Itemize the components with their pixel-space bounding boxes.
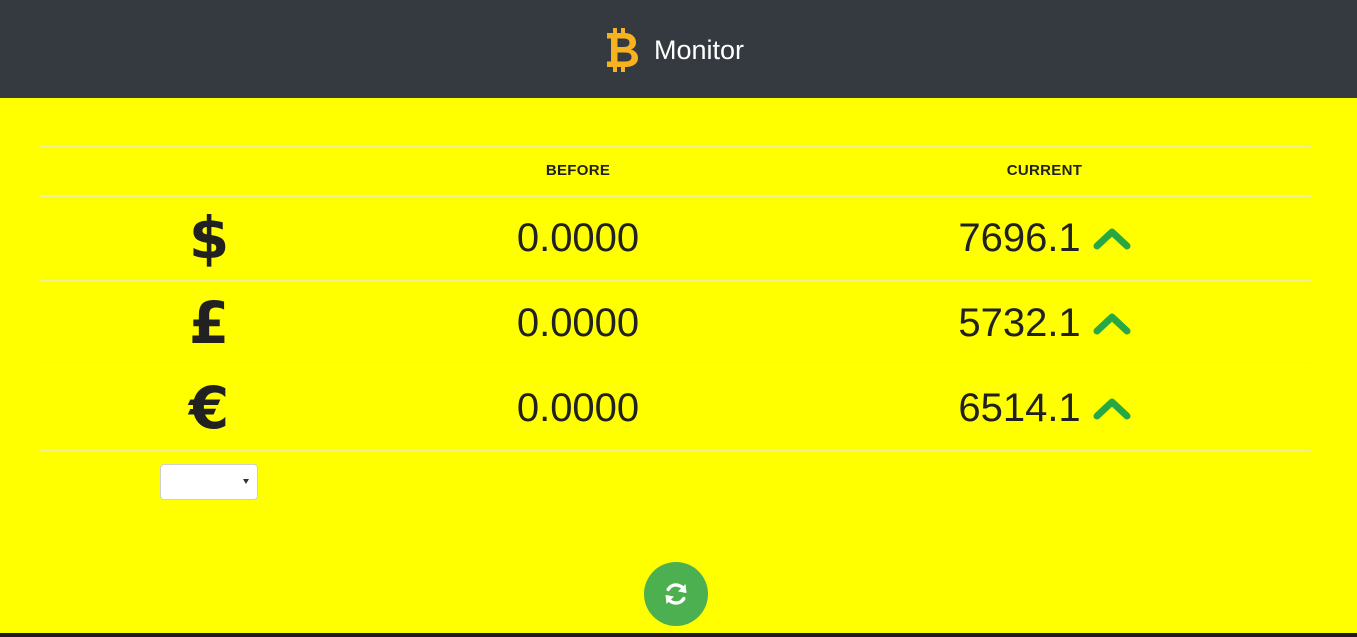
brand-title: Monitor — [654, 34, 745, 65]
before-value: 0.0000 — [516, 300, 640, 345]
top-navbar: Monitor — [0, 0, 1357, 98]
refresh-icon — [665, 583, 687, 605]
before-value: 0.0000 — [516, 215, 640, 260]
brand[interactable]: Monitor — [604, 26, 744, 74]
chevron-up-icon — [1093, 228, 1131, 250]
current-value: 7696.1 — [958, 215, 1081, 260]
before-value: 0.0000 — [516, 385, 640, 430]
current-value: 6514.1 — [958, 385, 1081, 430]
bitcoin-icon — [607, 28, 638, 72]
current-value: 5732.1 — [958, 300, 1081, 345]
current-cell: 7696.1 — [778, 196, 1311, 281]
table-row-eur: € 0.0000 6514.1 — [40, 366, 1311, 451]
currency-cell: € — [40, 366, 378, 451]
table-header-row: BEFORE CURRENT — [40, 146, 1311, 196]
rates-table: BEFORE CURRENT $ 0.0000 7696.1 £ 0.0000 — [40, 146, 1311, 451]
current-cell: 5732.1 — [778, 281, 1311, 366]
pound-symbol: £ — [188, 289, 230, 357]
chevron-up-icon — [1093, 313, 1131, 335]
currency-cell: £ — [40, 281, 378, 366]
chevron-up-icon — [1093, 398, 1131, 420]
refresh-button[interactable] — [644, 562, 708, 626]
dollar-symbol: $ — [188, 204, 230, 273]
currency-select[interactable] — [160, 464, 258, 500]
before-cell: 0.0000 — [378, 366, 778, 451]
table-row-usd: $ 0.0000 7696.1 — [40, 196, 1311, 281]
before-cell: 0.0000 — [378, 281, 778, 366]
bottom-edge — [0, 633, 1357, 637]
column-header-currency — [40, 147, 378, 196]
table-row-gbp: £ 0.0000 5732.1 — [40, 281, 1311, 366]
before-cell: 0.0000 — [378, 196, 778, 281]
currency-cell: $ — [40, 196, 378, 281]
current-cell: 6514.1 — [778, 366, 1311, 451]
main-panel: BEFORE CURRENT $ 0.0000 7696.1 £ 0.0000 — [0, 98, 1357, 633]
column-header-before: BEFORE — [545, 162, 611, 180]
column-header-current: CURRENT — [1006, 162, 1083, 180]
currency-dropdown[interactable] — [161, 465, 257, 499]
euro-symbol: € — [188, 374, 230, 442]
